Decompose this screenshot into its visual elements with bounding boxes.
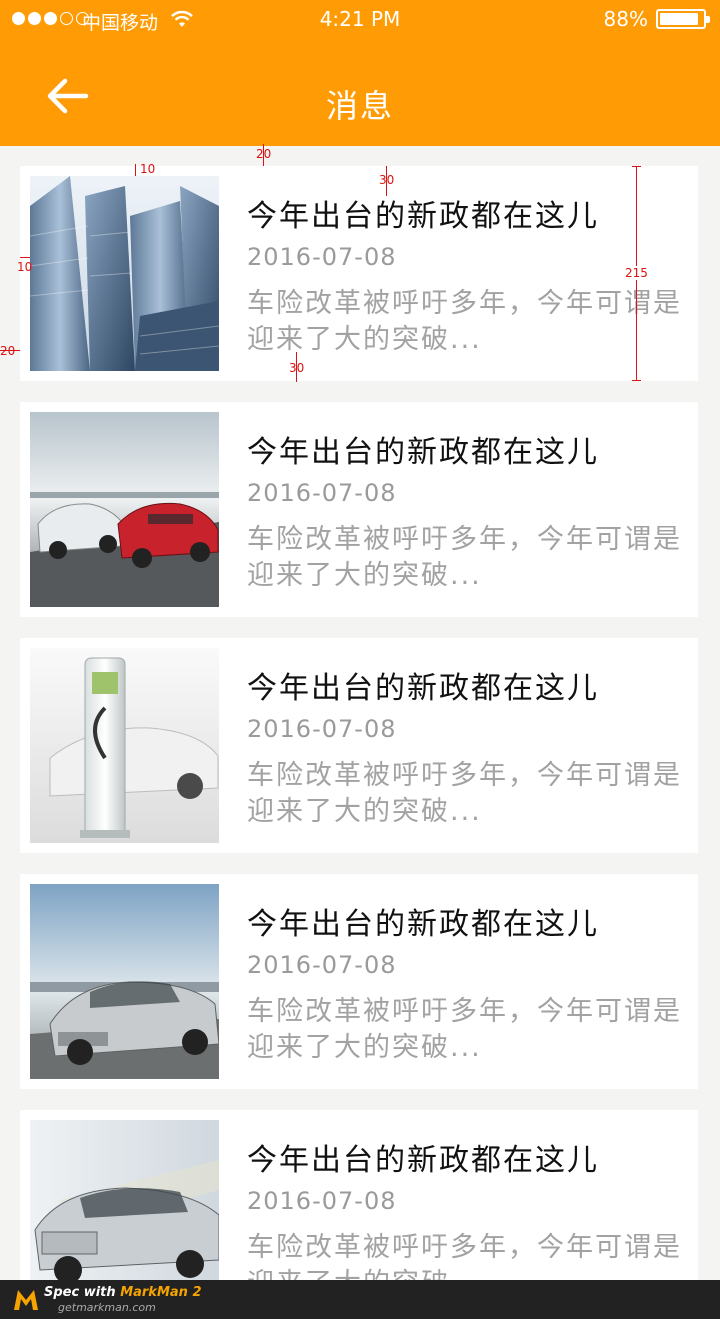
spec-line [135, 164, 136, 176]
message-title: 今年出台的新政都在这儿 [247, 671, 599, 706]
city-skyscrapers-image [30, 176, 219, 371]
spec-label: 30 [289, 361, 305, 375]
message-card[interactable]: 今年出台的新政都在这儿 2016-07-08 车险改革被呼吁多年，今年可谓是迎来… [20, 166, 698, 381]
footer-prefix: Spec with [44, 1285, 121, 1300]
message-title: 今年出台的新政都在这儿 [247, 199, 599, 234]
app-header: 中国移动 4:21 PM 88% 消息 [0, 0, 720, 146]
battery-icon [656, 9, 710, 29]
footer-brand: MarkMan 2 [120, 1285, 202, 1300]
message-thumbnail [30, 412, 219, 607]
status-bar: 中国移动 4:21 PM 88% [0, 0, 720, 40]
spec-label: 215 [625, 266, 648, 280]
message-date: 2016-07-08 [247, 715, 397, 743]
silver-sedan-image [30, 884, 219, 1079]
message-date: 2016-07-08 [247, 951, 397, 979]
ev-charging-station-image [30, 648, 219, 843]
message-title: 今年出台的新政都在这儿 [247, 1143, 599, 1178]
markman-logo-icon [14, 1290, 38, 1310]
message-title: 今年出台的新政都在这儿 [247, 907, 599, 942]
message-date: 2016-07-08 [247, 1187, 397, 1215]
markman-footer: Spec with MarkMan 2 getmarkman.com [0, 1280, 720, 1319]
message-title: 今年出台的新政都在这儿 [247, 435, 599, 470]
battery-percentage: 88% [603, 7, 648, 31]
two-cars-image [30, 412, 219, 607]
message-summary: 车险改革被呼吁多年，今年可谓是迎来了大的突破... [247, 288, 682, 355]
spec-line [632, 380, 641, 381]
page-title: 消息 [325, 87, 394, 125]
spec-label: 10 [140, 162, 156, 176]
message-card[interactable]: 今年出台的新政都在这儿 2016-07-08 车险改革被呼吁多年，今年可谓是迎来… [20, 874, 698, 1089]
message-thumbnail [30, 648, 219, 843]
spec-label: 30 [379, 173, 395, 187]
message-date: 2016-07-08 [247, 479, 397, 507]
spec-label: 20 [256, 147, 272, 161]
footer-title: Spec with MarkMan 2 [44, 1285, 202, 1300]
message-card[interactable]: 今年出台的新政都在这儿 2016-07-08 车险改革被呼吁多年，今年可谓是迎来… [20, 638, 698, 853]
message-thumbnail [30, 176, 219, 371]
message-date: 2016-07-08 [247, 243, 397, 271]
spec-label: 20 [0, 344, 16, 358]
footer-url[interactable]: getmarkman.com [58, 1301, 156, 1314]
spec-label: 10 [17, 260, 33, 274]
message-summary: 车险改革被呼吁多年，今年可谓是迎来了大的突破... [247, 524, 682, 591]
message-summary: 车险改革被呼吁多年，今年可谓是迎来了大的突破... [247, 760, 682, 827]
message-card[interactable]: 今年出台的新政都在这儿 2016-07-08 车险改革被呼吁多年，今年可谓是迎来… [20, 402, 698, 617]
message-summary: 车险改革被呼吁多年，今年可谓是迎来了大的突破... [247, 996, 682, 1063]
spec-line [20, 257, 30, 258]
message-thumbnail [30, 884, 219, 1079]
navigation-bar: 消息 [0, 40, 720, 146]
spec-line [632, 166, 641, 167]
